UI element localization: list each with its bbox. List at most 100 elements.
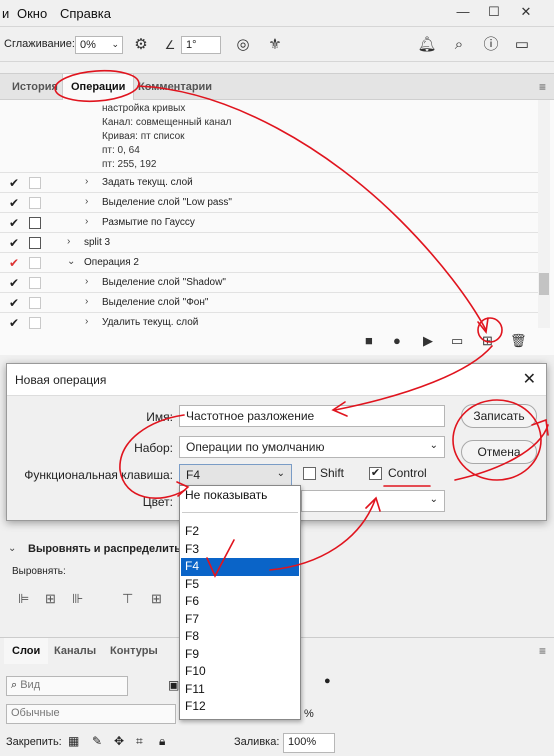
checkmark-icon[interactable]: ✔: [9, 256, 19, 270]
close-window-button[interactable]: ✕: [512, 2, 540, 22]
name-input[interactable]: Частотное разложение: [179, 405, 445, 427]
chevron-right-icon[interactable]: ›: [85, 216, 88, 227]
tab-actions[interactable]: Операции: [62, 74, 135, 100]
play-icon[interactable]: ▶: [423, 333, 433, 349]
action-row[interactable]: ✔ ⌄ Операция 2: [0, 252, 538, 272]
menu-item-partial[interactable]: и: [2, 6, 9, 21]
pressure-icon[interactable]: ◎: [233, 36, 253, 54]
align-top-icon[interactable]: ⊤: [122, 591, 133, 607]
dialog-toggle-on[interactable]: [29, 217, 41, 229]
tab-comments[interactable]: Комментарии: [130, 74, 220, 100]
actions-scroll-thumb[interactable]: [539, 273, 549, 295]
lock-position-icon[interactable]: ✥: [114, 734, 124, 748]
dialog-toggle[interactable]: [29, 317, 41, 329]
help-icon[interactable]: ⓘ: [481, 36, 501, 54]
fill-field[interactable]: 100%: [283, 733, 335, 753]
dropdown-option[interactable]: F12: [181, 698, 299, 716]
dialog-toggle-on[interactable]: [29, 237, 41, 249]
dropdown-option[interactable]: F7: [181, 611, 299, 629]
panel-menu-icon[interactable]: ≡: [539, 80, 546, 94]
panel-menu-icon[interactable]: ≡: [539, 644, 546, 658]
dropdown-option[interactable]: F11: [181, 681, 299, 699]
chevron-right-icon[interactable]: ›: [67, 236, 70, 247]
dropdown-option[interactable]: F6: [181, 593, 299, 611]
dialog-toggle[interactable]: [29, 197, 41, 209]
dropdown-option[interactable]: F9: [181, 646, 299, 664]
checkmark-icon[interactable]: ✔: [9, 276, 19, 290]
dropdown-option[interactable]: F5: [181, 576, 299, 594]
lock-all-icon[interactable]: 🔒︎: [159, 734, 165, 749]
action-row[interactable]: ✔ › Задать текущ. слой: [0, 172, 538, 192]
angle-field[interactable]: 1°: [181, 36, 221, 54]
chevron-right-icon[interactable]: ›: [85, 296, 88, 307]
record-icon[interactable]: ●: [393, 333, 401, 348]
actions-toolbar: ■ ● ▶ ▭ ⊞ 🗑: [0, 330, 554, 354]
checkmark-icon[interactable]: ✔: [9, 296, 19, 310]
minimize-button[interactable]: —: [449, 2, 477, 22]
checkmark-icon[interactable]: ✔: [9, 196, 19, 210]
layer-filter-field[interactable]: ⌕ Вид: [6, 676, 128, 696]
dialog-toggle[interactable]: [29, 297, 41, 309]
lock-artboard-icon[interactable]: ⌗: [136, 734, 143, 749]
dialog-toggle[interactable]: [29, 177, 41, 189]
align-hcenter-icon[interactable]: ⊞: [45, 591, 56, 607]
action-row[interactable]: ✔ › Выделение слой "Фон": [0, 292, 538, 312]
symmetry-butterfly-icon[interactable]: ⚜: [265, 36, 285, 54]
chevron-right-icon[interactable]: ›: [85, 196, 88, 207]
cancel-button[interactable]: Отмена: [461, 440, 537, 464]
action-row[interactable]: ✔ › Размытие по Гауссу: [0, 212, 538, 232]
action-row[interactable]: ✔ › Выделение слой "Low pass": [0, 192, 538, 212]
workspace-icon[interactable]: ▭: [512, 36, 532, 54]
checkmark-icon[interactable]: ✔: [9, 316, 19, 330]
restore-button[interactable]: ☐: [480, 2, 508, 22]
dropdown-option[interactable]: F2: [181, 523, 299, 541]
new-action-icon[interactable]: ⊞: [482, 333, 493, 349]
close-icon[interactable]: ✕: [523, 369, 536, 389]
action-row[interactable]: ✔ › Выделение слой "Shadow": [0, 272, 538, 292]
stop-icon[interactable]: ■: [365, 333, 373, 348]
tab-history[interactable]: История: [4, 74, 66, 100]
chevron-right-icon[interactable]: ›: [85, 176, 88, 187]
lock-transparency-icon[interactable]: ▦: [68, 734, 79, 748]
dropdown-option[interactable]: F8: [181, 628, 299, 646]
action-set-row[interactable]: ✔ › split 3: [0, 232, 538, 252]
chevron-right-icon[interactable]: ›: [85, 316, 88, 327]
chevron-right-icon[interactable]: ›: [85, 276, 88, 287]
dropdown-option[interactable]: Не показывать: [181, 487, 299, 505]
align-right-icon[interactable]: ⊪: [72, 591, 83, 607]
dialog-toggle[interactable]: [29, 257, 41, 269]
function-key-select[interactable]: F4 ⌄: [179, 464, 292, 486]
align-left-icon[interactable]: ⊫: [18, 591, 29, 607]
color-select[interactable]: ⌄: [301, 490, 445, 512]
set-select[interactable]: Операции по умолчанию ⌄: [179, 436, 445, 458]
checkmark-icon[interactable]: ✔: [9, 176, 19, 190]
dropdown-option-selected[interactable]: F4: [181, 558, 299, 576]
trash-icon[interactable]: 🗑: [510, 333, 527, 349]
folder-icon[interactable]: ▭: [451, 333, 463, 349]
checkmark-icon[interactable]: ✔: [9, 216, 19, 230]
filter-toggle-icon[interactable]: ●: [324, 675, 331, 687]
collapse-chevron-icon[interactable]: ⌄: [8, 543, 16, 554]
image-filter-icon[interactable]: ▣: [168, 678, 179, 692]
blend-mode-select[interactable]: Обычные: [6, 704, 176, 724]
menu-item-window[interactable]: Окно: [17, 6, 47, 21]
align-vcenter-icon[interactable]: ⊞: [151, 591, 162, 607]
menu-item-help[interactable]: Справка: [60, 6, 111, 21]
chevron-down-icon[interactable]: ⌄: [67, 256, 75, 267]
tab-paths[interactable]: Контуры: [102, 638, 166, 664]
dropdown-option[interactable]: F10: [181, 663, 299, 681]
dropdown-option[interactable]: F3: [181, 541, 299, 559]
smoothing-field[interactable]: 0% ⌄: [75, 36, 123, 54]
record-button[interactable]: Записать: [461, 404, 537, 428]
tab-channels[interactable]: Каналы: [46, 638, 104, 664]
search-icon[interactable]: ⌕: [449, 36, 469, 54]
gear-icon[interactable]: ⚙: [131, 36, 151, 54]
dialog-toggle[interactable]: [29, 277, 41, 289]
lock-brush-icon[interactable]: ✎: [92, 734, 102, 748]
bell-icon[interactable]: 🔔︎: [417, 36, 437, 54]
shift-checkbox[interactable]: [303, 467, 316, 480]
checkmark-icon[interactable]: ✔: [9, 236, 19, 250]
action-row[interactable]: ✔ › Удалить текущ. слой: [0, 312, 538, 332]
tab-layers[interactable]: Слои: [4, 638, 49, 664]
control-checkbox[interactable]: ✔: [369, 467, 382, 480]
